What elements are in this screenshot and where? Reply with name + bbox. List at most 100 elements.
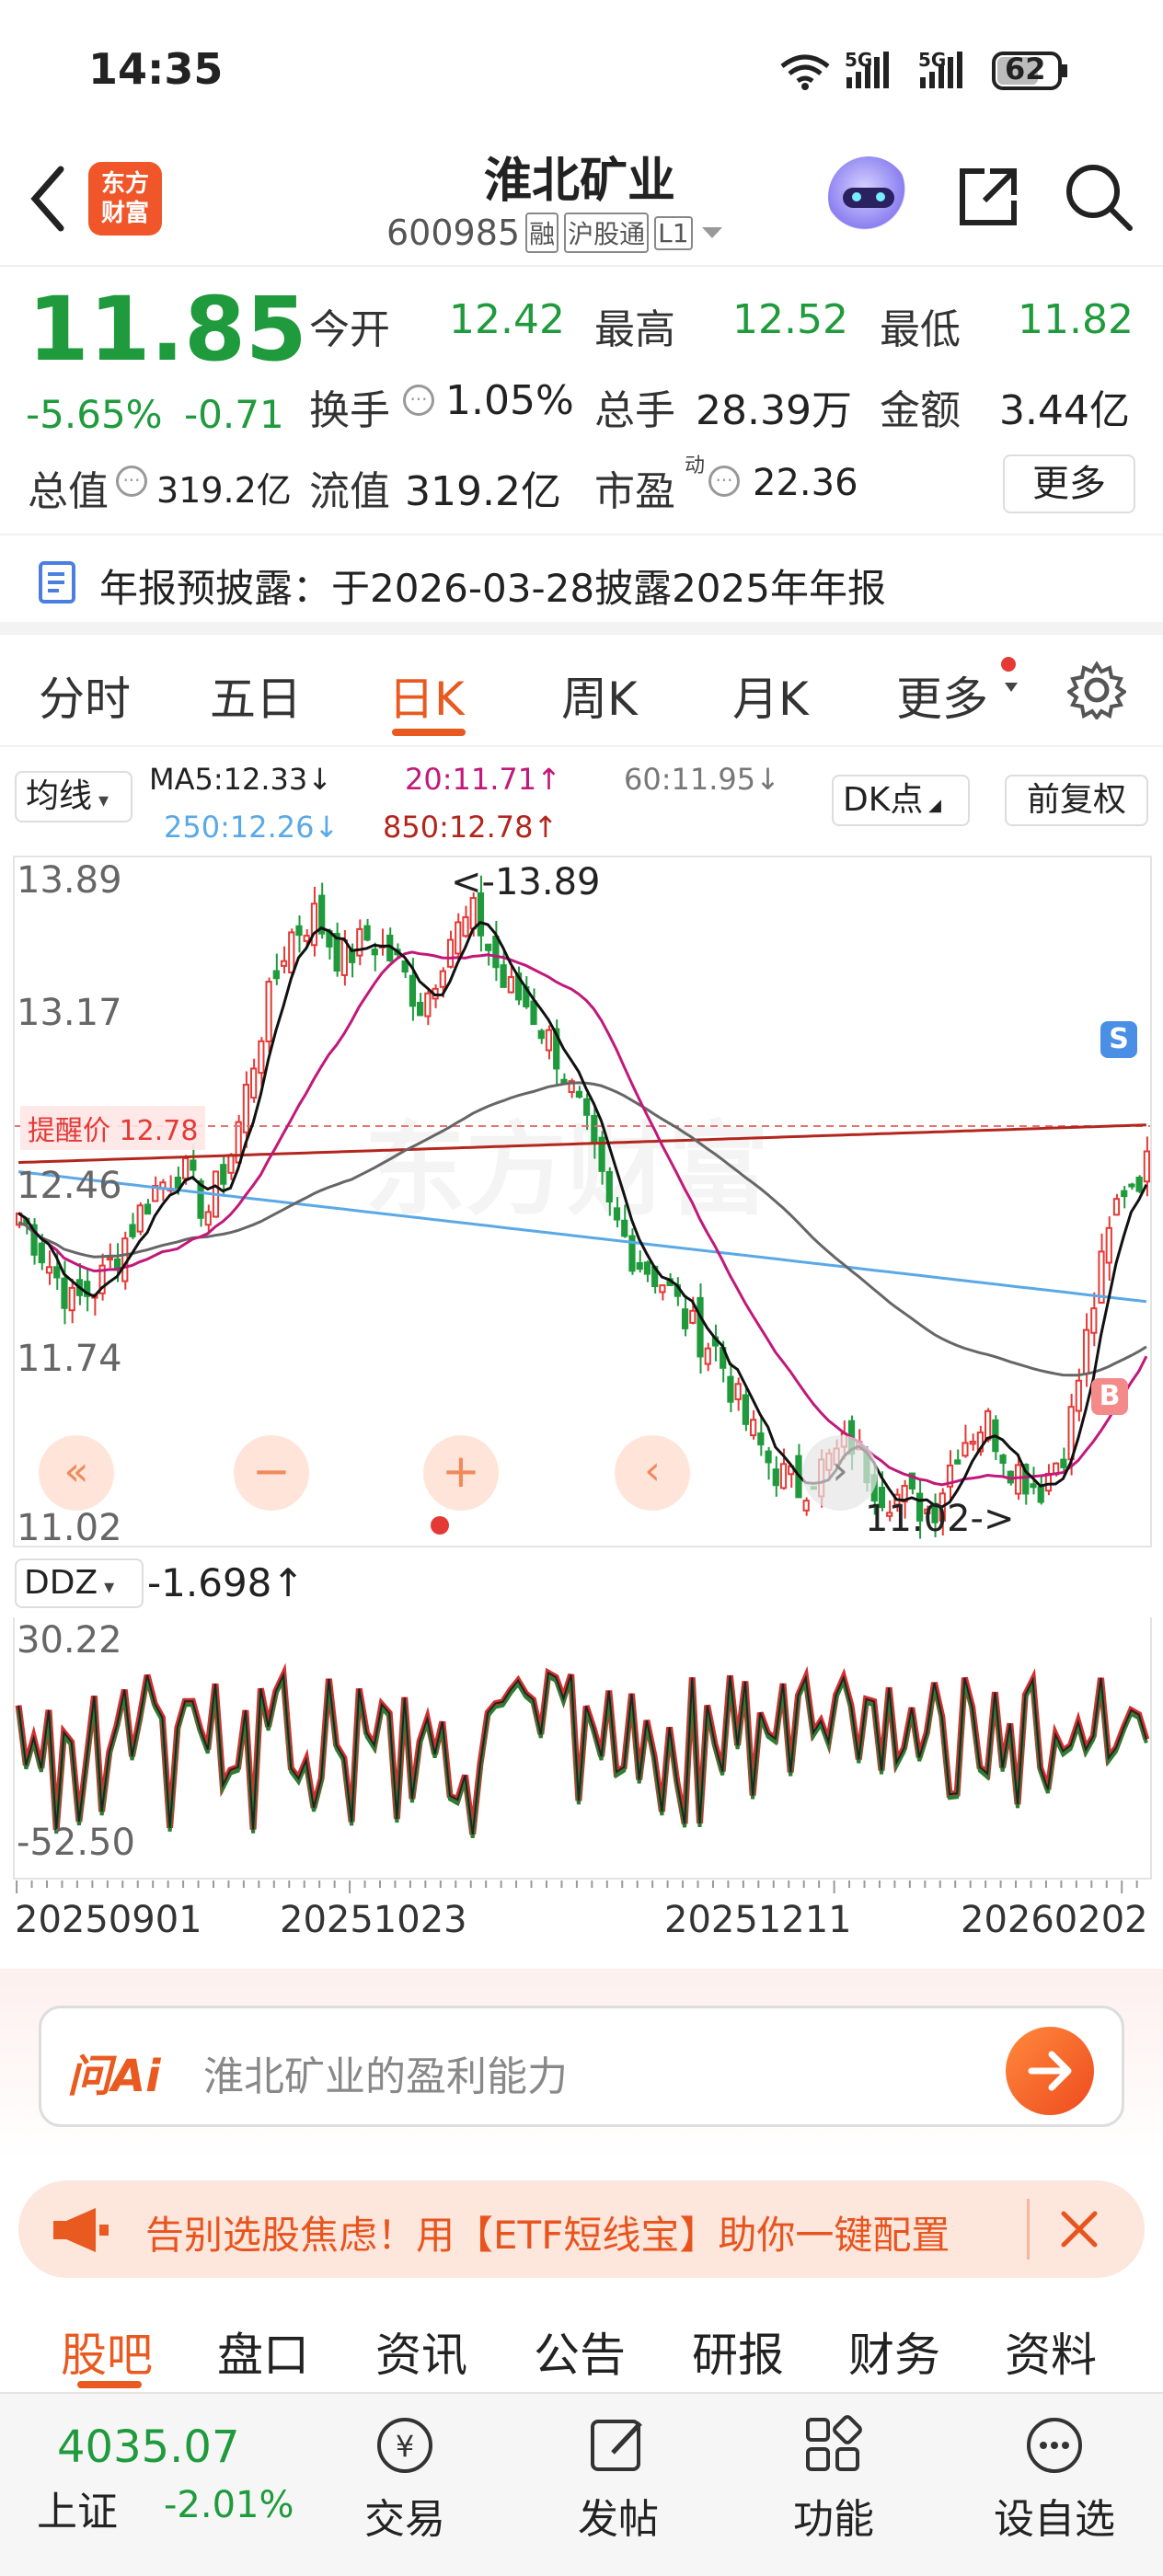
zoom-in-icon[interactable]: + — [423, 1435, 499, 1511]
tab-finance[interactable]: 财务 — [848, 2318, 940, 2385]
amount-label: 金额 — [880, 387, 961, 434]
adjust-button[interactable]: 前复权 — [1005, 775, 1148, 826]
ma-dropdown[interactable]: 均线 ▾ — [15, 771, 132, 822]
date-label-4: 20260202 — [961, 1899, 1148, 1941]
add-watchlist-button[interactable]: 设自选 — [981, 2412, 1128, 2569]
buy-signal-marker[interactable]: B — [1091, 1378, 1128, 1415]
tab-announcements[interactable]: 公告 — [534, 2318, 626, 2385]
info-icon[interactable]: ··· — [403, 385, 434, 416]
index-value: 4035.07 — [57, 2421, 240, 2473]
candle — [136, 1204, 144, 1233]
ai-submit-button[interactable] — [1006, 2027, 1094, 2115]
candle — [727, 1375, 734, 1403]
tab-more[interactable]: 更多 — [896, 662, 988, 729]
candle — [659, 1284, 666, 1294]
indicator-dropdown[interactable]: DDZ ▾ — [15, 1558, 144, 1608]
candle — [1014, 1464, 1022, 1495]
stock-header: 东方财富 淮北矿业 600985 融 沪股通 L1 — [0, 138, 1163, 267]
ai-search-box[interactable]: 问Ai 淮北矿业的盈利能力 — [39, 2006, 1124, 2127]
ddz-chart[interactable]: 30.22 -52.50 — [13, 1617, 1152, 1880]
dk-points-button[interactable]: DK点 ◢ — [832, 775, 970, 826]
post-button[interactable]: 发帖 — [563, 2412, 674, 2569]
battery-level: 62 — [1005, 52, 1046, 86]
candle — [1082, 1328, 1090, 1375]
candle — [106, 1257, 113, 1261]
zoom-out-icon[interactable]: − — [234, 1435, 309, 1511]
candle — [303, 935, 310, 942]
candle — [765, 1450, 772, 1464]
chevron-down-icon[interactable] — [698, 224, 726, 242]
scroll-left-icon[interactable]: ‹ — [615, 1435, 690, 1511]
close-icon[interactable] — [1058, 2208, 1100, 2250]
yen-exchange-icon: ¥ — [377, 2418, 432, 2473]
active-tab-indicator — [392, 729, 466, 736]
settings-gear-icon[interactable] — [1067, 661, 1126, 719]
candle — [1075, 1379, 1082, 1412]
tab-guba[interactable]: 股吧 — [61, 2318, 153, 2385]
candle — [53, 1266, 61, 1279]
index-widget[interactable]: 4035.07 上证 -2.01% — [0, 2394, 313, 2576]
y-tick-4: 11.74 — [17, 1338, 122, 1380]
candle — [560, 1078, 568, 1084]
candle — [530, 1000, 537, 1026]
tab-news[interactable]: 资讯 — [375, 2318, 467, 2385]
current-price: 11.85 — [28, 278, 307, 381]
tab-profile[interactable]: 资料 — [1005, 2318, 1097, 2385]
tab-research[interactable]: 研报 — [692, 2318, 784, 2385]
candle — [621, 1219, 628, 1237]
candle — [424, 992, 432, 1018]
candle — [704, 1347, 711, 1365]
svg-text:¥: ¥ — [396, 2429, 414, 2464]
candle — [636, 1261, 643, 1271]
promo-banner[interactable]: 告别选股焦虑！用【ETF短线宝】助你一键配置 — [18, 2180, 1145, 2278]
trade-button[interactable]: ¥ 交易 — [350, 2412, 460, 2569]
search-icon[interactable] — [1062, 160, 1135, 234]
share-icon[interactable] — [953, 162, 1023, 232]
candle — [961, 1442, 969, 1457]
candle — [643, 1261, 651, 1275]
candle — [348, 949, 356, 963]
ai-robot-icon[interactable] — [828, 156, 909, 237]
badge-margin: 融 — [525, 213, 559, 253]
post-label: 发帖 — [578, 2496, 659, 2543]
sell-signal-marker[interactable]: S — [1100, 1021, 1137, 1058]
more-button[interactable]: 更多 — [1003, 454, 1135, 513]
grid-icon — [806, 2415, 862, 2471]
min-price-label: 11.02-> — [865, 1498, 1015, 1540]
tab-timeshare[interactable]: 分时 — [39, 662, 131, 729]
tab-weekly-k[interactable]: 周K — [561, 662, 638, 729]
candle — [272, 970, 280, 980]
back-icon[interactable] — [24, 162, 70, 236]
candle — [689, 1309, 697, 1324]
trade-label: 交易 — [364, 2496, 445, 2543]
caret-down-icon — [1005, 683, 1018, 692]
kline-svg — [15, 875, 1150, 1539]
candle — [545, 1029, 553, 1052]
candle — [356, 927, 363, 957]
info-icon[interactable]: ··· — [116, 466, 147, 497]
edit-icon — [591, 2420, 642, 2471]
ai-search-placeholder: 淮北矿业的盈利能力 — [203, 2053, 568, 2100]
info-icon[interactable]: ··· — [708, 466, 740, 497]
stock-name: 淮北矿业 — [483, 154, 675, 209]
candle — [455, 921, 462, 955]
candle — [1121, 1190, 1128, 1198]
candle — [204, 1211, 212, 1226]
alert-price-label[interactable]: 提醒价 12.78 — [20, 1106, 206, 1150]
content-tabs: 股吧 盘口 资讯 公告 研报 财务 资料 — [0, 2296, 1163, 2392]
candle — [38, 1242, 45, 1264]
scroll-right-icon[interactable]: › — [802, 1435, 878, 1511]
functions-button[interactable]: 功能 — [778, 2412, 889, 2569]
tab-orderbook[interactable]: 盘口 — [217, 2318, 309, 2385]
notice-bar[interactable]: 年报预披露：于2026-03-28披露2025年年报 — [0, 534, 1163, 635]
red-dot-badge — [431, 1516, 449, 1535]
broker-logo[interactable]: 东方财富 — [88, 162, 162, 236]
tab-five-day[interactable]: 五日 — [210, 662, 302, 729]
tab-daily-k[interactable]: 日K — [388, 662, 465, 729]
scroll-left-fast-icon[interactable]: « — [39, 1435, 114, 1511]
ma20-line — [17, 950, 1148, 1487]
tab-monthly-k[interactable]: 月K — [732, 662, 809, 729]
indicator-value: -1.698↑ — [147, 1560, 305, 1605]
indicator-name: DDZ — [24, 1564, 98, 1602]
kline-chart[interactable]: 东方财富 13.89 13.17 12.46 11.74 11.02 提醒价 1… — [13, 856, 1152, 1549]
